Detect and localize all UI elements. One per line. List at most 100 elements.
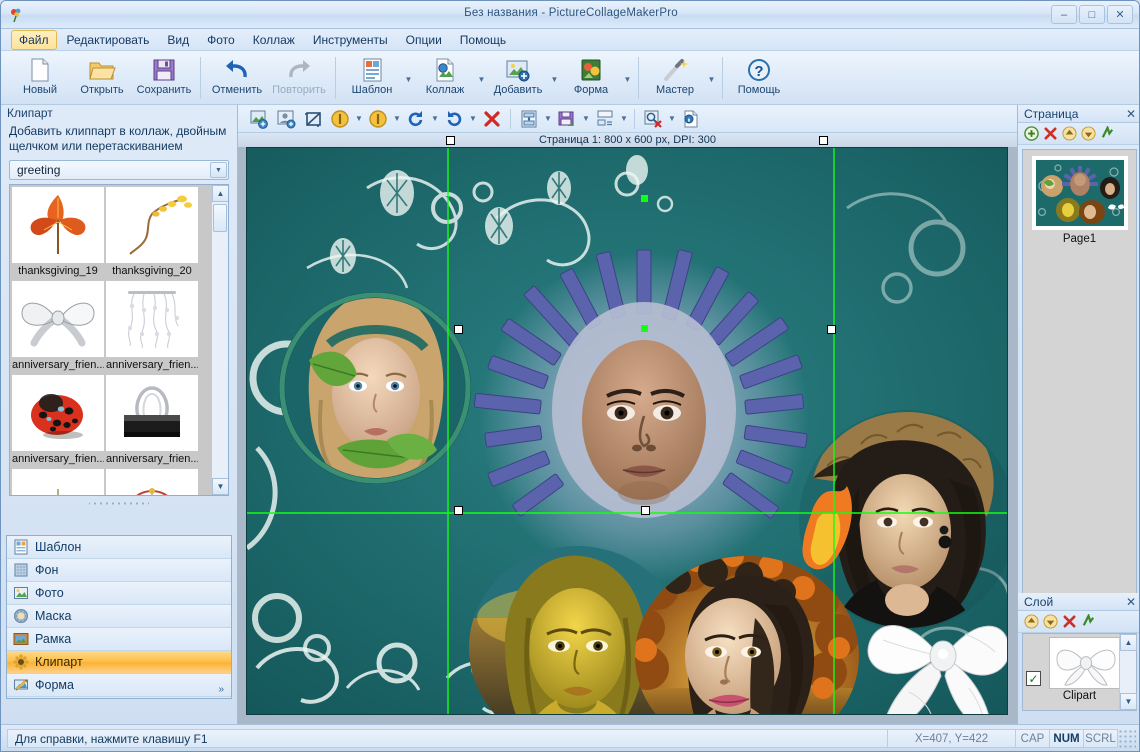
selection-handle-bottom[interactable]	[641, 506, 650, 515]
selection-handle-bottom-left[interactable]	[454, 506, 463, 515]
menu-item-tools[interactable]: Инструменты	[305, 30, 396, 50]
chevron-down-icon[interactable]: ▼	[403, 54, 414, 100]
toolbar-button-new[interactable]: Новый	[9, 54, 71, 102]
clipart-grid[interactable]: thanksgiving_19 thanksgiving_20 annivers…	[10, 185, 211, 495]
clipart-item[interactable]: anniversary_frien...	[12, 375, 104, 467]
rotate-left-icon[interactable]	[441, 107, 467, 131]
panel-splitter-grip[interactable]	[89, 500, 149, 507]
panel-expander-button[interactable]: »	[218, 684, 224, 695]
scroll-down-icon[interactable]: ▼	[1120, 693, 1137, 710]
chevron-down-icon[interactable]: ▼	[543, 107, 553, 131]
selection-handle-top-left[interactable]	[446, 136, 455, 145]
layer-list[interactable]: ✓ ▲ ▼ Clipart	[1022, 633, 1137, 711]
layer-visibility-checkbox[interactable]: ✓	[1026, 671, 1041, 686]
toolbar-button-redo[interactable]: Повторить	[268, 54, 330, 102]
page-list[interactable]: Page1	[1022, 149, 1137, 601]
chevron-down-icon[interactable]: ▼	[706, 54, 717, 100]
scroll-up-icon[interactable]: ▲	[1120, 634, 1137, 651]
zoom-in-coin-icon[interactable]	[327, 107, 353, 131]
toolbar-button-undo[interactable]: Отменить	[206, 54, 268, 102]
toolbar-button-add[interactable]: Добавить	[487, 54, 549, 102]
category-item-clipart[interactable]: Клипарт	[7, 651, 231, 674]
chevron-down-icon[interactable]: ▼	[622, 54, 633, 100]
refresh-icon[interactable]	[1100, 126, 1115, 141]
close-icon[interactable]: ✕	[1126, 595, 1136, 609]
info-icon[interactable]	[678, 107, 704, 131]
menu-item-photo[interactable]: Фото	[199, 30, 243, 50]
category-item-template[interactable]: Шаблон	[7, 536, 231, 559]
clipart-item[interactable]: thanksgiving_19	[12, 187, 104, 279]
chevron-down-icon[interactable]: ▼	[581, 107, 591, 131]
clipart-item[interactable]: anniversary_frien...	[106, 281, 198, 373]
scroll-up-icon[interactable]: ▲	[212, 185, 228, 202]
chevron-down-icon[interactable]: ▼	[354, 107, 364, 131]
menu-item-edit[interactable]: Редактировать	[59, 30, 158, 50]
toolbar-button-open[interactable]: Открыть	[71, 54, 133, 102]
save-as-icon[interactable]	[554, 107, 580, 131]
delete-x-icon[interactable]	[479, 107, 505, 131]
clipart-item[interactable]: anniversary_frien...	[12, 281, 104, 373]
move-down-icon[interactable]	[1081, 126, 1096, 141]
scroll-thumb[interactable]	[213, 204, 227, 232]
toolbar-button-shape[interactable]: Форма	[560, 54, 622, 102]
move-up-icon[interactable]	[1062, 126, 1077, 141]
chevron-down-icon[interactable]: ▼	[619, 107, 629, 131]
toolbar-button-collage[interactable]: Коллаж	[414, 54, 476, 102]
add-page-icon[interactable]	[1024, 126, 1039, 141]
resize-grip[interactable]	[1118, 728, 1136, 748]
selection-handle-right[interactable]	[827, 325, 836, 334]
crop-icon[interactable]	[300, 107, 326, 131]
chevron-down-icon[interactable]: ▼	[392, 107, 402, 131]
add-image-icon[interactable]	[246, 107, 272, 131]
chevron-down-icon[interactable]: ▼	[476, 54, 487, 100]
selection-handle-top-right[interactable]	[819, 136, 828, 145]
layer-item[interactable]: ✓ ▲ ▼	[1023, 634, 1137, 710]
move-down-icon[interactable]	[1043, 614, 1058, 629]
menu-item-options[interactable]: Опции	[398, 30, 450, 50]
toolbar-button-template[interactable]: Шаблон	[341, 54, 403, 102]
scroll-down-icon[interactable]: ▼	[212, 478, 228, 495]
page-item[interactable]: Page1	[1031, 156, 1128, 245]
portrait-icon[interactable]	[273, 107, 299, 131]
collage-canvas[interactable]	[246, 147, 1008, 715]
menu-item-file[interactable]: Файл	[11, 29, 57, 50]
zoom-out-coin-icon[interactable]	[365, 107, 391, 131]
chevron-down-icon[interactable]: ▼	[468, 107, 478, 131]
preview-icon[interactable]	[640, 107, 666, 131]
align-vertical-icon[interactable]	[516, 107, 542, 131]
chevron-down-icon[interactable]: ▼	[430, 107, 440, 131]
category-item-mask[interactable]: Маска	[7, 605, 231, 628]
maximize-button[interactable]: □	[1079, 5, 1105, 24]
chevron-down-icon[interactable]: ▼	[667, 107, 677, 131]
clipart-item[interactable]	[12, 469, 104, 495]
chevron-down-icon[interactable]: ▼	[210, 162, 227, 178]
center-anchor-dot[interactable]	[641, 325, 648, 332]
menu-item-collage[interactable]: Коллаж	[245, 30, 303, 50]
close-button[interactable]: ✕	[1107, 5, 1133, 24]
menu-item-help[interactable]: Помощь	[452, 30, 514, 50]
menu-item-view[interactable]: Вид	[159, 30, 197, 50]
delete-page-icon[interactable]	[1043, 126, 1058, 141]
clipart-item[interactable]: thanksgiving_20	[106, 187, 198, 279]
category-item-photo[interactable]: Фото	[7, 582, 231, 605]
layer-scrollbar[interactable]: ▲ ▼	[1119, 634, 1137, 710]
selection-handle-left[interactable]	[454, 325, 463, 334]
delete-x-icon[interactable]	[1062, 614, 1077, 629]
toolbar-button-save[interactable]: Сохранить	[133, 54, 195, 102]
category-item-frame[interactable]: Рамка	[7, 628, 231, 651]
clipart-item[interactable]: anniversary_frien...	[106, 375, 198, 467]
clipart-scrollbar[interactable]: ▲ ▼	[211, 185, 228, 495]
category-item-background[interactable]: Фон	[7, 559, 231, 582]
clipart-category-combo[interactable]: greeting ▼	[9, 160, 229, 180]
rotate-right-icon[interactable]	[403, 107, 429, 131]
category-item-shape[interactable]: Форма	[7, 674, 231, 697]
move-up-icon[interactable]	[1024, 614, 1039, 629]
toolbar-button-help[interactable]: ? Помощь	[728, 54, 790, 102]
toolbar-button-wizard[interactable]: Мастер	[644, 54, 706, 102]
rotation-anchor-dot[interactable]	[641, 195, 648, 202]
clipart-item[interactable]	[106, 469, 198, 495]
refresh-icon[interactable]	[1081, 614, 1096, 629]
chevron-down-icon[interactable]: ▼	[549, 54, 560, 100]
arrange-icon[interactable]	[592, 107, 618, 131]
minimize-button[interactable]: –	[1051, 5, 1077, 24]
